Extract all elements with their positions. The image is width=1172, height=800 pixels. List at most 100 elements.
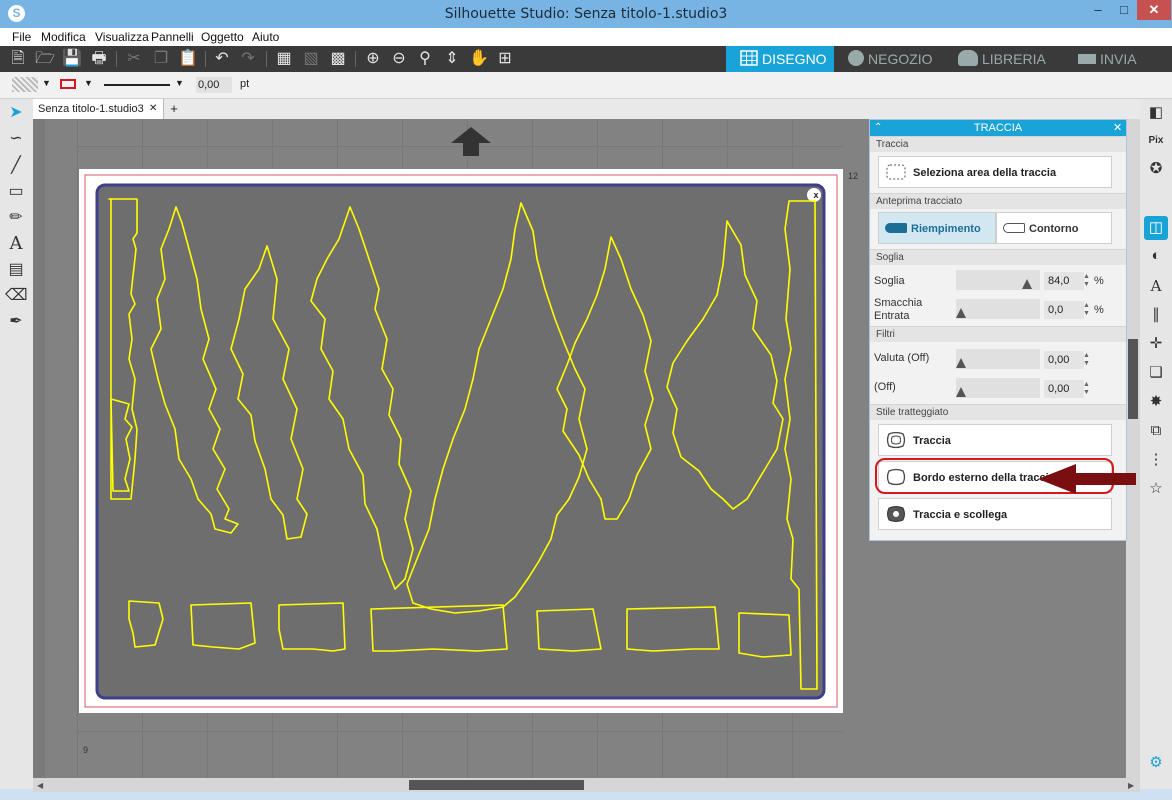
- spin-arrows-icon[interactable]: ▲ ▼: [1083, 352, 1090, 368]
- document-tab[interactable]: Senza titolo-1.studio3 ✕: [33, 99, 164, 119]
- menu-pannelli[interactable]: Pannelli: [151, 30, 194, 44]
- line-tool-icon[interactable]: ╱: [5, 155, 27, 177]
- slider-handle[interactable]: [956, 308, 966, 318]
- horizontal-scrollbar[interactable]: ◀ ▶: [33, 778, 1140, 792]
- spin-arrows-icon[interactable]: ▲ ▼: [1083, 381, 1090, 397]
- spin-arrows-icon[interactable]: ▲ ▼: [1083, 302, 1090, 318]
- offset-icon[interactable]: ⧉: [1144, 419, 1168, 443]
- eraser-tool-icon[interactable]: ⌫: [5, 285, 28, 307]
- scroll-thumb[interactable]: [409, 780, 584, 790]
- chevron-down-icon[interactable]: ▼: [84, 78, 93, 88]
- scroll-thumb[interactable]: [1128, 339, 1138, 419]
- lowpass-label: (Off): [874, 381, 896, 393]
- dots-icon[interactable]: ⋮: [1144, 448, 1168, 472]
- edit-points-icon[interactable]: ∽: [5, 128, 27, 150]
- maximize-icon[interactable]: □: [1111, 0, 1137, 20]
- fit-to-page-icon[interactable]: ⇕: [441, 49, 463, 69]
- text-style-icon[interactable]: A: [1144, 274, 1168, 298]
- scroll-right-icon[interactable]: ▶: [1128, 781, 1134, 790]
- star-icon[interactable]: ☆: [1144, 477, 1168, 501]
- text-tool-icon[interactable]: A: [5, 233, 27, 255]
- menu-visualizza[interactable]: Visualizza: [95, 30, 149, 44]
- trace-icon[interactable]: ◫: [1144, 216, 1168, 240]
- tab-libreria[interactable]: LIBRERIA: [944, 46, 1064, 72]
- menu-aiuto[interactable]: Aiuto: [252, 30, 279, 44]
- select-all-icon[interactable]: ▦: [273, 49, 295, 69]
- highpass-slider[interactable]: [956, 349, 1040, 369]
- tab-disegno[interactable]: DISEGNO: [726, 46, 834, 72]
- threshold-slider[interactable]: [956, 270, 1040, 290]
- close-icon[interactable]: ✕: [149, 99, 157, 119]
- outline-preview-button[interactable]: Contorno: [996, 212, 1112, 244]
- collapse-icon[interactable]: ⌃: [874, 120, 882, 136]
- zoom-in-icon[interactable]: ⊕: [362, 49, 384, 69]
- open-folder-icon[interactable]: 🗁: [34, 49, 56, 69]
- lowpass-slider[interactable]: [956, 378, 1040, 398]
- knife-tool-icon[interactable]: ✒: [5, 311, 27, 333]
- slider-handle[interactable]: [956, 387, 966, 397]
- fish-filled-icon: [885, 223, 907, 233]
- threshold-value[interactable]: 84,0: [1044, 272, 1084, 290]
- close-icon[interactable]: ✕: [1113, 120, 1122, 136]
- redo-icon[interactable]: ↷: [237, 49, 259, 69]
- tab-negozio[interactable]: NEGOZIO: [834, 46, 944, 72]
- close-icon[interactable]: ✕: [1137, 0, 1171, 20]
- select-arrow-icon[interactable]: ➤: [5, 102, 27, 124]
- gear-icon[interactable]: ⚙: [1144, 751, 1168, 775]
- pan-hand-icon[interactable]: ✋: [468, 49, 490, 69]
- chevron-down-icon[interactable]: ▼: [175, 78, 184, 88]
- line-style-sample[interactable]: [104, 84, 170, 86]
- replicate-icon[interactable]: ❏: [1144, 361, 1168, 385]
- line-color-swatch[interactable]: [60, 79, 76, 89]
- menu-file[interactable]: File: [12, 30, 31, 44]
- slider-handle[interactable]: [1022, 279, 1032, 289]
- add-page-icon[interactable]: ⊞: [494, 49, 516, 69]
- spin-arrows-icon[interactable]: ▲ ▼: [1083, 273, 1090, 289]
- cutting-mat: [95, 183, 826, 700]
- scale-value[interactable]: 0,0: [1044, 301, 1084, 319]
- highpass-value[interactable]: 0,00: [1044, 351, 1084, 369]
- deselect-icon[interactable]: ▧: [300, 49, 322, 69]
- save-icon[interactable]: 💾: [61, 49, 83, 69]
- slider-handle[interactable]: [956, 358, 966, 368]
- add-tab-button[interactable]: +: [166, 99, 182, 119]
- document-tabs: Senza titolo-1.studio3 ✕ +: [33, 99, 1140, 119]
- palette-icon[interactable]: ✪: [1144, 157, 1168, 181]
- copy-icon[interactable]: ❐: [150, 49, 172, 69]
- pencil-tool-icon[interactable]: ✏: [5, 207, 27, 229]
- minimize-icon[interactable]: –: [1085, 0, 1111, 20]
- scale-slider[interactable]: [956, 299, 1040, 319]
- line-width-unit: pt: [240, 78, 250, 90]
- mat-close-button[interactable]: x: [811, 189, 821, 201]
- menu-oggetto[interactable]: Oggetto: [201, 30, 244, 44]
- undo-icon[interactable]: ↶: [211, 49, 233, 69]
- new-document-icon[interactable]: 🗎: [7, 49, 29, 69]
- paste-icon[interactable]: 📋: [177, 49, 199, 69]
- transform-icon[interactable]: ✛: [1144, 332, 1168, 356]
- cut-icon[interactable]: ✂: [123, 49, 145, 69]
- chevron-down-icon[interactable]: ▼: [42, 78, 51, 88]
- right-panel-icons: ◧ Pix ✪ ◫ ◐ A ∥ ✛ ❏ ✸ ⧉ ⋮ ☆ ⚙: [1140, 99, 1172, 789]
- trace-and-detach-button[interactable]: Traccia e scollega: [878, 498, 1112, 530]
- lowpass-value[interactable]: 0,00: [1044, 380, 1084, 398]
- pixscan-icon[interactable]: Pix: [1144, 129, 1168, 153]
- fill-preview-button[interactable]: Riempimento: [878, 212, 996, 244]
- scroll-left-icon[interactable]: ◀: [37, 781, 43, 790]
- print-icon[interactable]: 🖶: [88, 49, 110, 69]
- contrast-icon[interactable]: ◐: [1144, 244, 1168, 268]
- vertical-scrollbar[interactable]: [1126, 119, 1140, 778]
- rectangle-tool-icon[interactable]: ▭: [5, 181, 27, 203]
- line-width-input[interactable]: 0,00: [196, 77, 232, 93]
- page-setup-icon[interactable]: ◧: [1144, 101, 1168, 125]
- zoom-out-icon[interactable]: ⊖: [388, 49, 410, 69]
- align-icon[interactable]: ∥: [1144, 303, 1168, 327]
- fill-tool-icon[interactable]: ▤: [5, 259, 27, 281]
- star-badge-icon[interactable]: ✸: [1144, 390, 1168, 414]
- zoom-selection-icon[interactable]: ⚲: [414, 49, 436, 69]
- select-trace-area-button[interactable]: Seleziona area della traccia: [878, 156, 1112, 188]
- trace-button[interactable]: Traccia: [878, 424, 1112, 456]
- fill-color-swatch[interactable]: [12, 77, 38, 92]
- menu-modifica[interactable]: Modifica: [41, 30, 86, 44]
- select-by-color-icon[interactable]: ▩: [327, 49, 349, 69]
- tab-invia[interactable]: INVIA: [1064, 46, 1172, 72]
